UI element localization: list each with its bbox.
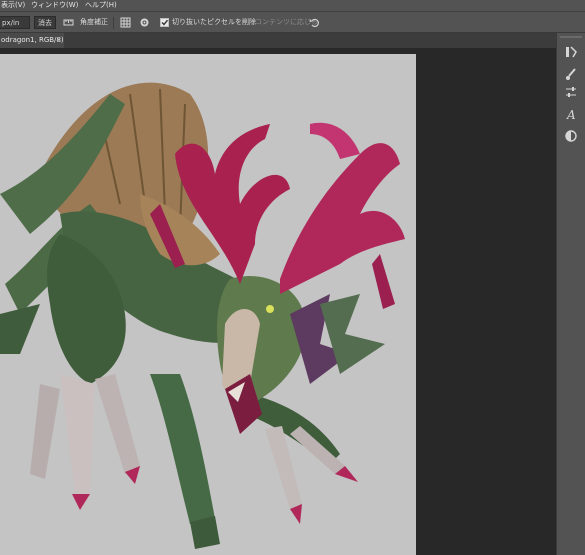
delete-cropped-checkbox[interactable] (159, 17, 170, 28)
document-tab-title: odragon1, RGB/8) * (1, 36, 64, 44)
menu-view[interactable]: 表示(V) (1, 0, 25, 11)
adjust-icon[interactable] (564, 85, 578, 99)
svg-text:A: A (566, 108, 576, 121)
resolution-unit-select[interactable]: px/in (0, 16, 30, 29)
character-icon[interactable]: A (564, 107, 578, 121)
document-tab[interactable]: odragon1, RGB/8) * × (0, 33, 64, 48)
menu-help[interactable]: ヘルプ(H) (85, 0, 117, 11)
delete-cropped-label[interactable]: 切り抜いたピクセルを削除 (172, 17, 256, 28)
panel-grip[interactable] (560, 36, 582, 38)
gear-icon[interactable] (139, 17, 150, 28)
dragon-artwork (0, 82, 405, 549)
brush-icon[interactable] (564, 67, 578, 81)
document-canvas[interactable] (0, 54, 416, 555)
grid-overlay-icon[interactable] (120, 17, 131, 28)
brush-settings-icon[interactable] (564, 45, 578, 59)
clear-button[interactable]: 消去 (34, 16, 56, 29)
panel-dock: A (556, 33, 585, 555)
document-tab-bar: odragon1, RGB/8) * × (0, 33, 556, 48)
separator (113, 17, 114, 29)
menu-bar: 表示(V) ウィンドウ(W) ヘルプ(H) (0, 0, 585, 11)
straighten-icon[interactable] (63, 17, 74, 28)
canvas-area[interactable] (0, 48, 556, 555)
close-icon[interactable]: × (56, 33, 62, 48)
options-bar: px/in 消去 角度補正 切り抜いたピクセルを削除 コンテンツに応じる (0, 11, 585, 33)
straighten-label[interactable]: 角度補正 (80, 17, 108, 28)
reset-icon[interactable] (309, 17, 320, 28)
adjustments-icon[interactable] (564, 129, 578, 143)
menu-window[interactable]: ウィンドウ(W) (31, 0, 78, 11)
